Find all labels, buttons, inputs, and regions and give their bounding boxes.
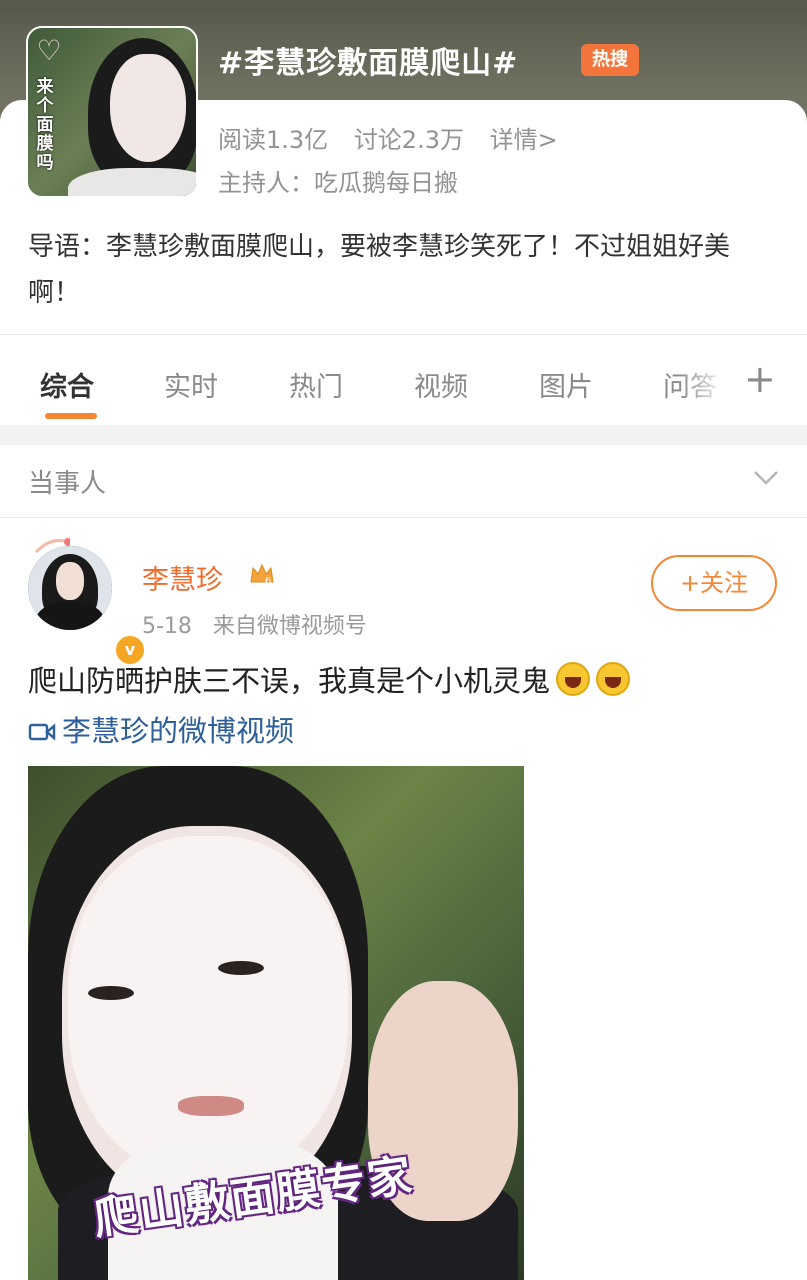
discussion-count: 讨论2.3万 xyxy=(353,126,464,154)
tab-fade-overlay xyxy=(680,355,740,405)
post-text: 爬山防晒护肤三不误，我真是个小机灵鬼 xyxy=(28,658,631,700)
tab-images[interactable]: 图片 xyxy=(539,365,593,404)
post-date: 5-18 xyxy=(142,614,192,639)
topic-stats: 阅读1.3亿 讨论2.3万 详情> xyxy=(218,120,576,155)
video-eye-left xyxy=(88,986,134,1000)
topic-intro: 导语：李慧珍敷面膜爬山，要被李慧珍笑死了！不过姐姐好美啊！ xyxy=(28,232,731,308)
vip-crown-icon[interactable]: 6 xyxy=(248,560,276,588)
video-lips xyxy=(178,1096,244,1116)
vip-level: 6 xyxy=(265,576,271,587)
tab-comprehensive[interactable]: 综合 xyxy=(40,365,94,404)
tab-bar: 综合 实时 热门 视频 图片 问答 + xyxy=(0,335,807,425)
avatar-body xyxy=(36,602,104,630)
heart-icon: ♡ xyxy=(36,34,62,67)
party-section-header[interactable]: 当事人 xyxy=(0,445,807,518)
detail-link[interactable]: 详情> xyxy=(490,126,558,154)
video-eye-right xyxy=(218,961,264,975)
avatar-decoration-icon xyxy=(34,538,70,554)
read-count: 阅读1.3亿 xyxy=(218,126,329,154)
add-tab-icon[interactable]: + xyxy=(744,357,776,401)
post-meta: 5-18 来自微博视频号 xyxy=(142,608,367,640)
video-face-mask xyxy=(68,836,348,1176)
avatar[interactable]: v xyxy=(28,546,146,666)
tab-realtime[interactable]: 实时 xyxy=(164,365,218,404)
topic-title: #李慧珍敷面膜爬山# xyxy=(218,46,519,81)
thumbnail-text: 来个面膜吗 xyxy=(36,77,54,173)
thumbnail-face xyxy=(110,54,186,162)
section-gap xyxy=(0,425,807,445)
video-link[interactable]: 李慧珍的微博视频 xyxy=(28,708,294,750)
active-tab-indicator xyxy=(45,413,97,419)
thumbnail-shirt xyxy=(68,168,196,196)
weibo-post: v 李慧珍 6 5-18 来自微博视频号 +关注 爬山防晒护肤三不误，我真是个小… xyxy=(0,518,807,1280)
party-section-label: 当事人 xyxy=(28,469,107,499)
chevron-down-icon[interactable] xyxy=(752,463,780,491)
avatar-image xyxy=(28,546,112,630)
laughing-emoji-icon xyxy=(556,662,591,696)
post-source[interactable]: 来自微博视频号 xyxy=(213,614,367,639)
laughing-emoji-icon xyxy=(596,662,631,696)
tab-hot[interactable]: 热门 xyxy=(289,365,343,404)
post-text-content: 爬山防晒护肤三不误，我真是个小机灵鬼 xyxy=(28,664,551,698)
video-thumbnail[interactable]: 爬山敷面膜专家 xyxy=(28,766,524,1280)
tab-video[interactable]: 视频 xyxy=(414,365,468,404)
avatar-face xyxy=(56,562,84,600)
topic-thumbnail[interactable]: ♡ 来个面膜吗 xyxy=(26,26,198,198)
hot-search-badge: 热搜 xyxy=(581,44,639,76)
video-camera-icon xyxy=(28,723,56,741)
follow-button[interactable]: +关注 xyxy=(651,555,777,611)
video-link-label: 李慧珍的微博视频 xyxy=(62,714,295,748)
post-username[interactable]: 李慧珍 xyxy=(142,558,223,597)
topic-host[interactable]: 主持人：吃瓜鹅每日搬 xyxy=(218,163,458,198)
